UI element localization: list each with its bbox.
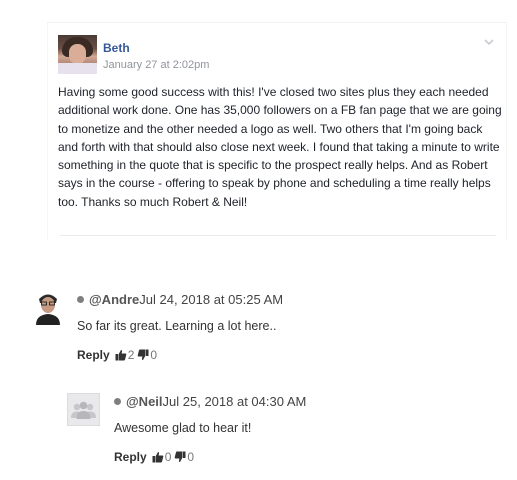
comment-body: Awesome glad to hear it!	[114, 421, 252, 435]
comment-header: @Neil Jul 25, 2018 at 04:30 AM	[114, 394, 306, 409]
comment-date[interactable]: January 27 at 2:02pm	[103, 59, 209, 71]
comment-username[interactable]: @Andre	[89, 292, 139, 307]
status-dot	[114, 398, 121, 405]
commenter-name[interactable]: Beth	[103, 41, 130, 55]
andre-avatar[interactable]	[33, 289, 63, 325]
neil-avatar[interactable]	[67, 393, 100, 426]
comment-actions: Reply 0 0	[114, 450, 197, 464]
beth-avatar[interactable]	[58, 35, 97, 74]
like-count: 0	[164, 450, 172, 464]
comment-actions: Reply 2 0	[77, 348, 160, 362]
chevron-down-icon[interactable]	[482, 35, 496, 49]
comment-body: So far its great. Learning a lot here..	[77, 319, 277, 333]
thumbs-down-icon[interactable]	[137, 349, 149, 361]
comment-timestamp: Jul 24, 2018 at 05:25 AM	[139, 292, 284, 307]
thumbs-down-icon[interactable]	[174, 451, 186, 463]
thumbs-up-icon[interactable]	[152, 451, 164, 463]
comment-text: Having some good success with this! I've…	[58, 85, 502, 209]
like-count: 2	[127, 348, 135, 362]
comment-header: @Andre Jul 24, 2018 at 05:25 AM	[77, 292, 283, 307]
dislike-count: 0	[187, 450, 195, 464]
dislike-count: 0	[150, 348, 158, 362]
thumbs-up-icon[interactable]	[115, 349, 127, 361]
divider	[60, 235, 496, 236]
user-group-icon	[71, 401, 96, 419]
status-dot	[77, 296, 84, 303]
comment-username[interactable]: @Neil	[126, 394, 163, 409]
reply-button[interactable]: Reply	[77, 348, 110, 362]
comment-timestamp: Jul 25, 2018 at 04:30 AM	[162, 394, 307, 409]
reply-button[interactable]: Reply	[114, 450, 147, 464]
